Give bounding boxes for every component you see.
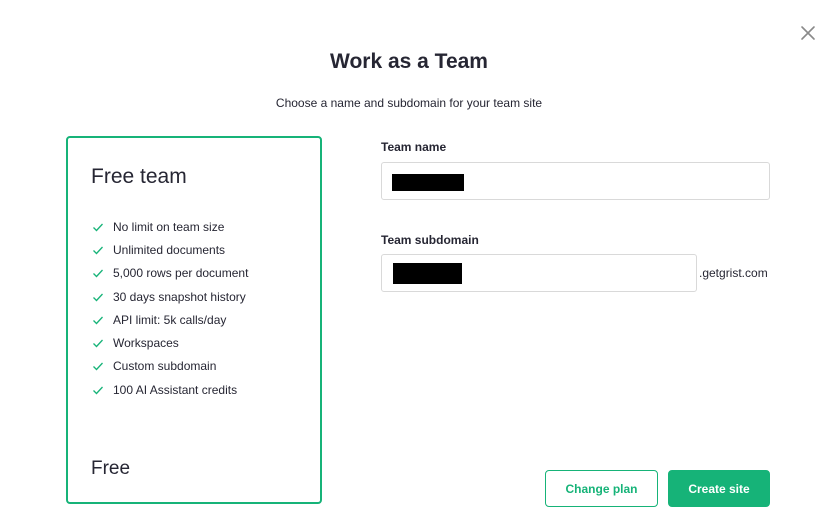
check-icon (93, 316, 103, 325)
check-icon (93, 339, 103, 348)
plan-feature: 100 AI Assistant credits (91, 378, 248, 401)
check-icon (93, 269, 103, 278)
check-icon (93, 246, 103, 255)
plan-feature-label: Unlimited documents (113, 242, 226, 257)
plan-feature-label: 30 days snapshot history (113, 289, 246, 304)
check-icon (93, 386, 103, 395)
subdomain-suffix: .getgrist.com (699, 266, 768, 280)
create-team-site-dialog: Work as a Team Choose a name and subdoma… (0, 0, 818, 522)
plan-feature: Custom subdomain (91, 355, 248, 378)
dialog-subtitle: Choose a name and subdomain for your tea… (275, 96, 543, 110)
plan-card: Free team No limit on team size Unlimite… (66, 136, 322, 504)
redacted-team-subdomain (393, 263, 462, 284)
plan-feature: No limit on team size (91, 215, 248, 238)
dialog-title: Work as a Team (330, 50, 488, 73)
plan-feature-label: Workspaces (113, 336, 179, 351)
plan-feature: Unlimited documents (91, 238, 248, 261)
change-plan-button[interactable]: Change plan (545, 470, 658, 507)
team-subdomain-label: Team subdomain (381, 233, 479, 247)
plan-feature-label: Custom subdomain (113, 359, 217, 374)
close-icon (801, 26, 815, 40)
plan-name: Free team (91, 165, 187, 188)
check-icon (93, 293, 103, 301)
check-icon (93, 223, 103, 232)
redacted-team-name (392, 174, 464, 191)
plan-price: Free (91, 458, 131, 479)
team-name-label: Team name (381, 140, 447, 154)
plan-feature: Workspaces (91, 331, 248, 354)
check-icon (93, 362, 103, 371)
create-site-button[interactable]: Create site (668, 470, 770, 507)
plan-feature: 5,000 rows per document (91, 262, 248, 285)
plan-feature-label: No limit on team size (113, 219, 225, 234)
plan-feature-list: No limit on team size Unlimited document… (91, 215, 248, 401)
plan-feature: 30 days snapshot history (91, 285, 248, 308)
plan-feature-label: API limit: 5k calls/day (113, 312, 227, 327)
plan-feature-label: 100 AI Assistant credits (113, 382, 238, 397)
plan-feature-label: 5,000 rows per document (113, 266, 249, 281)
plan-feature: API limit: 5k calls/day (91, 308, 248, 331)
close-button[interactable] (797, 22, 818, 44)
